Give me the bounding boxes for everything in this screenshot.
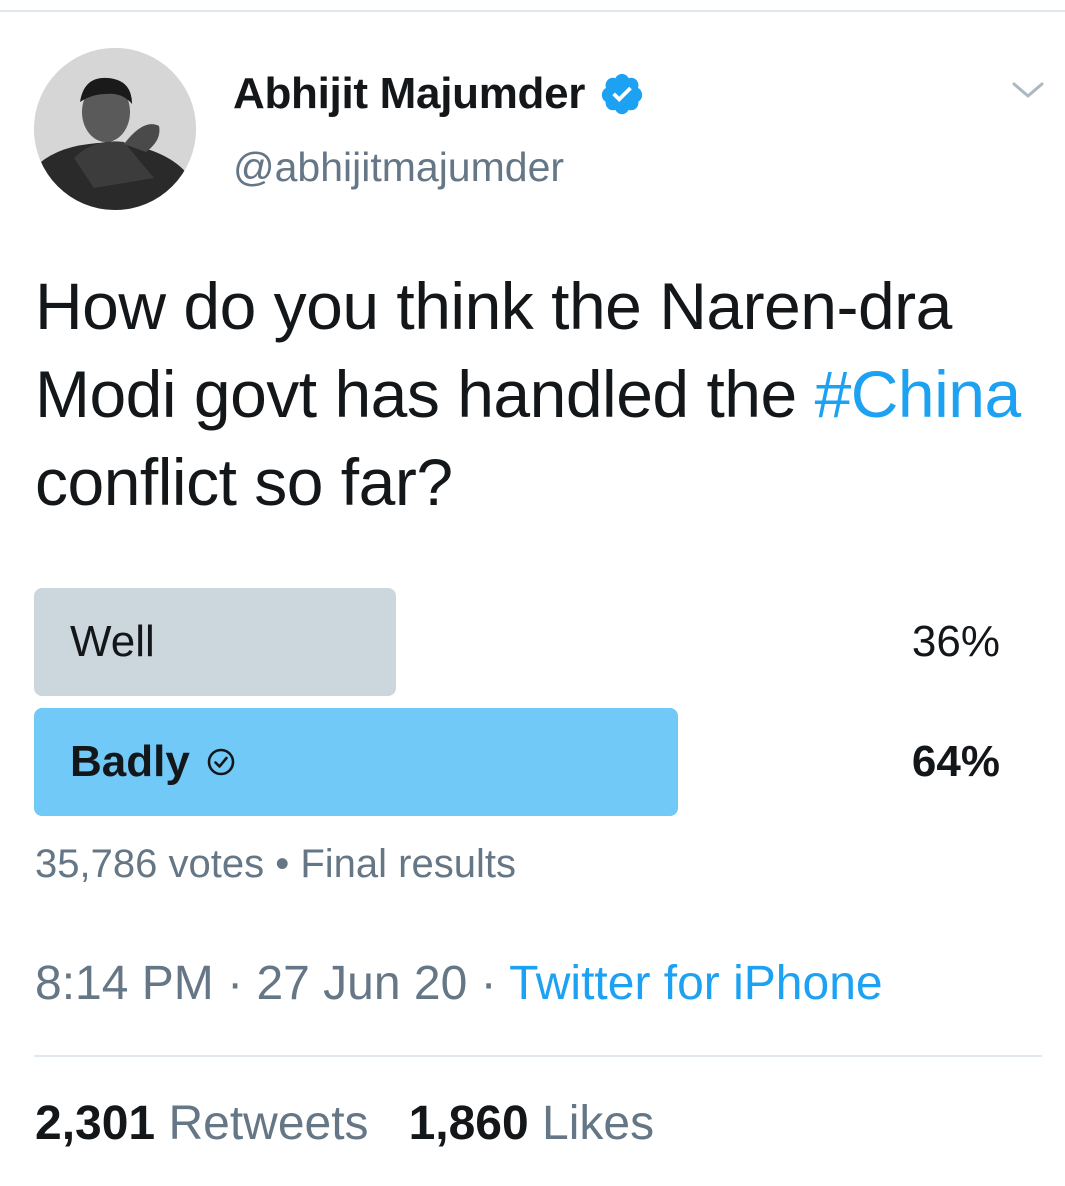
poll-option-label: Well — [70, 617, 155, 666]
poll-status: Final results — [300, 842, 516, 886]
verified-badge-icon — [601, 73, 643, 115]
retweets-label: Retweets — [168, 1097, 369, 1150]
poll-separator: • — [275, 842, 290, 886]
tweet-text: How do you think the Naren-dra Modi govt… — [35, 262, 1025, 526]
poll-option-label-row: Badly — [70, 708, 236, 816]
poll-option-badly: Badly 64% — [34, 708, 1000, 816]
poll-option-percent: 64% — [911, 737, 1000, 786]
retweets-count: 2,301 — [35, 1097, 156, 1150]
author-handle[interactable]: @abhijitmajumder — [233, 144, 564, 191]
timestamp-dot: · — [227, 957, 244, 1010]
tweet-timestamp: 8:14 PM · 27 Jun 20 · Twitter for iPhone — [35, 956, 883, 1011]
poll-meta: 35,786 votes • Final results — [35, 842, 516, 887]
poll-option-percent: 36% — [911, 617, 1000, 666]
tweet-time[interactable]: 8:14 PM — [35, 957, 214, 1010]
tweet-stats: 2,301 Retweets 1,860 Likes — [35, 1096, 654, 1151]
poll-option-label: Badly — [70, 737, 190, 786]
author-display-name[interactable]: Abhijit Majumder — [233, 69, 585, 119]
avatar[interactable] — [34, 48, 196, 210]
likes-stat[interactable]: 1,860 Likes — [409, 1097, 655, 1150]
top-divider — [0, 10, 1065, 12]
poll-vote-count: 35,786 votes — [35, 842, 265, 886]
check-circle-icon — [207, 748, 235, 776]
timestamp-dot: · — [480, 957, 497, 1010]
tweet-source-link[interactable]: Twitter for iPhone — [509, 957, 883, 1010]
stats-divider — [34, 1055, 1042, 1057]
tweet-text-after: conflict so far? — [35, 445, 453, 519]
poll-option-well: Well 36% — [34, 588, 1000, 696]
likes-label: Likes — [542, 1097, 655, 1150]
hashtag-link[interactable]: #China — [815, 357, 1022, 431]
tweet-date[interactable]: 27 Jun 20 — [256, 957, 467, 1010]
likes-count: 1,860 — [408, 1097, 529, 1150]
retweets-stat[interactable]: 2,301 Retweets — [35, 1097, 369, 1150]
chevron-down-icon[interactable] — [1010, 78, 1046, 102]
author-name-row[interactable]: Abhijit Majumder — [233, 66, 645, 122]
